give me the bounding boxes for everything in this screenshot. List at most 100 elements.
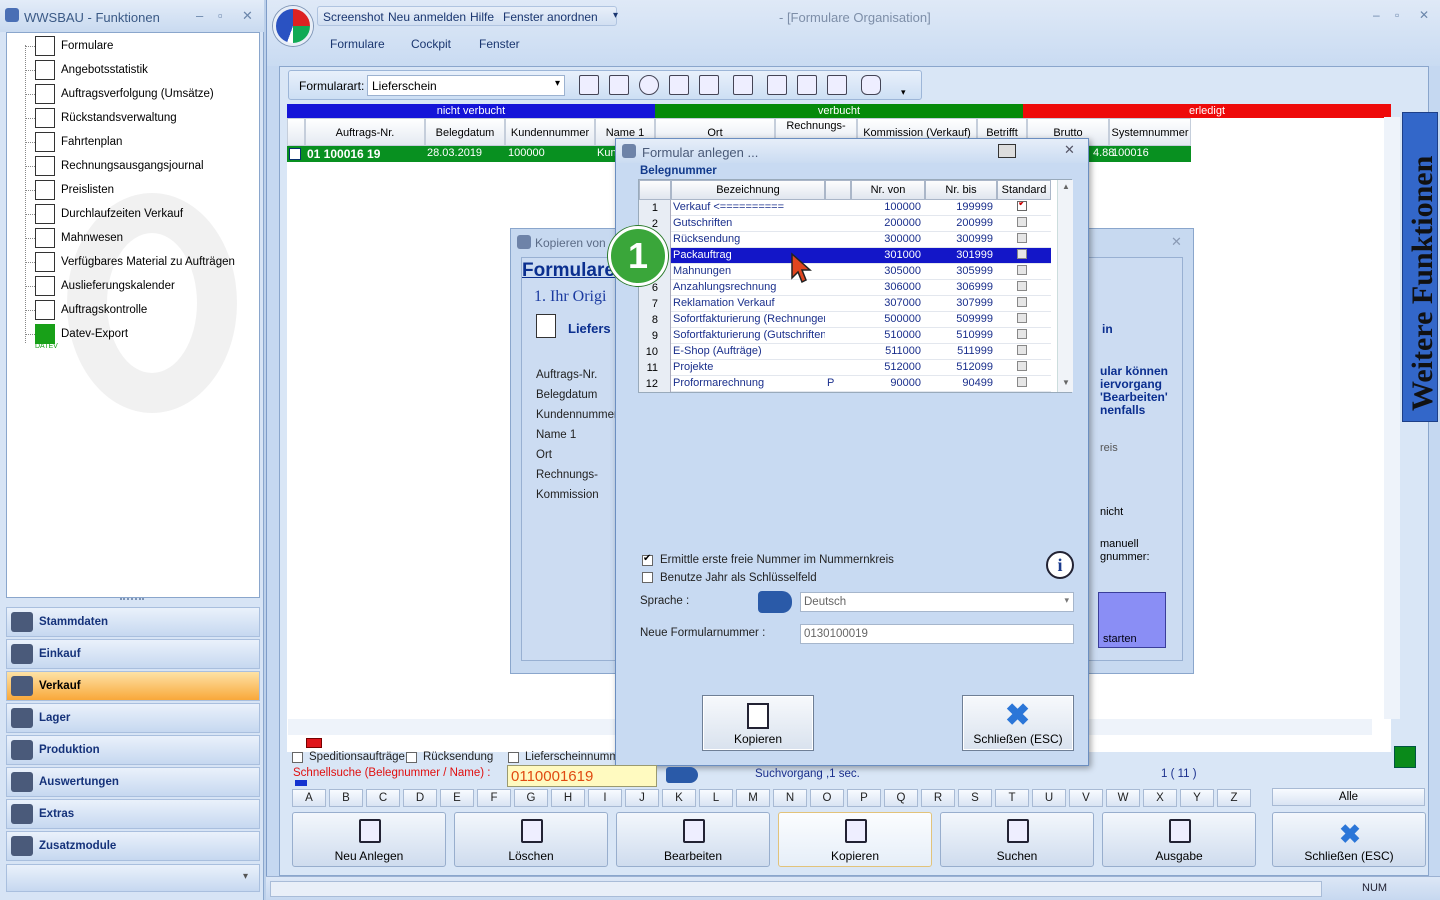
tree-item[interactable]: Rechnungsausgangsjournal: [35, 155, 204, 177]
menu-cockpit[interactable]: Cockpit: [411, 37, 451, 51]
action-suchen-button[interactable]: Suchen: [940, 812, 1094, 867]
tree-item[interactable]: Verfügbares Material zu Aufträgen: [35, 251, 235, 273]
tree-item[interactable]: Preislisten: [35, 179, 114, 201]
letter-button-h[interactable]: H: [551, 789, 585, 807]
letter-button-d[interactable]: D: [403, 789, 437, 807]
monitor-icon[interactable]: [733, 75, 753, 95]
tree-item[interactable]: Fahrtenplan: [35, 131, 122, 153]
table-row[interactable]: 2 Gutschriften 200000 200999: [639, 216, 1051, 232]
letter-button-x[interactable]: X: [1143, 789, 1177, 807]
check-lieferscheinnummer[interactable]: [508, 752, 519, 763]
letter-button-r[interactable]: R: [921, 789, 955, 807]
letter-button-g[interactable]: G: [514, 789, 548, 807]
minimize-icon[interactable]: –: [196, 8, 203, 23]
nav-produktion[interactable]: Produktion: [6, 735, 260, 765]
table-row[interactable]: 9 Sofortfakturierung (Gutschriften) 510000…: [639, 328, 1051, 344]
action-kopieren-button[interactable]: Kopieren: [778, 812, 932, 867]
letter-button-v[interactable]: V: [1069, 789, 1103, 807]
letter-button-y[interactable]: Y: [1180, 789, 1214, 807]
letter-button-q[interactable]: Q: [884, 789, 918, 807]
copy-stack-icon[interactable]: [609, 75, 629, 95]
grid-vertical-scrollbar[interactable]: [1384, 117, 1400, 719]
letter-button-i[interactable]: I: [588, 789, 622, 807]
tree-item[interactable]: Rückstandsverwaltung: [35, 107, 177, 129]
nav-extras[interactable]: Extras: [6, 799, 260, 829]
check-speditionsauftraege[interactable]: [292, 752, 303, 763]
minimize-icon[interactable]: –: [1373, 8, 1380, 22]
panel-top-icon[interactable]: [827, 75, 847, 95]
letter-button-b[interactable]: B: [329, 789, 363, 807]
sprache-select[interactable]: Deutsch ▾: [800, 592, 1074, 612]
check-ruecksendung[interactable]: [406, 752, 417, 763]
letter-button-u[interactable]: U: [1032, 789, 1066, 807]
tcol-flag[interactable]: [825, 180, 851, 200]
action-bearbeiten-button[interactable]: Bearbeiten: [616, 812, 770, 867]
tree-item[interactable]: Durchlaufzeiten Verkauf: [35, 203, 183, 225]
standard-checkbox[interactable]: [1017, 313, 1027, 323]
letter-button-w[interactable]: W: [1106, 789, 1140, 807]
action-löschen-button[interactable]: Löschen: [454, 812, 608, 867]
quick-neu-anmelden[interactable]: Neu anmelden: [388, 10, 466, 24]
tcol-nr-von[interactable]: Nr. von: [851, 180, 925, 200]
standard-checkbox[interactable]: [1017, 217, 1027, 227]
tree-item[interactable]: Auslieferungskalender: [35, 275, 175, 297]
tree-item[interactable]: Auftragsverfolgung (Umsätze): [35, 83, 214, 105]
document-icon[interactable]: [579, 75, 599, 95]
weitere-funktionen-panel[interactable]: Weitere Funktionen: [1402, 112, 1438, 422]
table-row[interactable]: 10 E-Shop (Aufträge) 511000 511999: [639, 344, 1051, 360]
sort-icon[interactable]: [767, 75, 787, 95]
letter-button-k[interactable]: K: [662, 789, 696, 807]
tcol-standard[interactable]: Standard: [997, 180, 1051, 200]
check-ermittle[interactable]: ✔: [642, 553, 653, 566]
standard-checkbox[interactable]: [1017, 297, 1027, 307]
standard-checkbox[interactable]: [1017, 201, 1027, 211]
letter-button-f[interactable]: F: [477, 789, 511, 807]
letter-button-n[interactable]: N: [773, 789, 807, 807]
action-ausgabe-button[interactable]: Ausgabe: [1102, 812, 1256, 867]
quick-screenshot[interactable]: Screenshot: [323, 10, 384, 24]
letter-button-l[interactable]: L: [699, 789, 733, 807]
start-button[interactable]: starten: [1098, 592, 1166, 648]
table-row[interactable]: 1 Verkauf <========== 100000 199999: [639, 200, 1051, 216]
letter-button-p[interactable]: P: [847, 789, 881, 807]
tree-item[interactable]: Mahnwesen: [35, 227, 123, 249]
table-row[interactable]: 4Packauftrag301000301999: [639, 248, 1051, 264]
standard-checkbox[interactable]: [1017, 249, 1027, 259]
menu-fenster[interactable]: Fenster: [479, 37, 520, 51]
tree-item[interactable]: Auftragskontrolle: [35, 299, 147, 321]
panel-bottom-icon[interactable]: [797, 75, 817, 95]
standard-checkbox[interactable]: [1017, 345, 1027, 355]
formularart-select[interactable]: Lieferschein ▾: [367, 75, 565, 96]
scroll-down-icon[interactable]: ▼: [1062, 378, 1070, 387]
chevron-down-icon[interactable]: ▾: [243, 871, 248, 882]
printer-icon[interactable]: [998, 144, 1016, 158]
nav-auswertungen[interactable]: Auswertungen: [6, 767, 260, 797]
close-icon[interactable]: ✕: [1171, 234, 1182, 250]
table-row[interactable]: 3Rücksendung300000300999: [639, 232, 1051, 248]
nav-zusatzmodule[interactable]: Zusatzmodule: [6, 831, 260, 861]
table-row[interactable]: 5Mahnungen305000305999: [639, 264, 1051, 280]
info-document-icon[interactable]: [699, 75, 719, 95]
col-systemnummer[interactable]: Systemnummer: [1109, 118, 1191, 146]
history-icon[interactable]: [639, 75, 659, 95]
close-icon[interactable]: ✕: [1419, 8, 1429, 22]
letter-button-o[interactable]: O: [810, 789, 844, 807]
standard-checkbox[interactable]: [1017, 361, 1027, 371]
nav-stammdaten[interactable]: Stammdaten: [6, 607, 260, 637]
alle-button[interactable]: Alle: [1272, 788, 1425, 806]
table-row[interactable]: 6 Anzahlungsrechnung 306000 306999: [639, 280, 1051, 296]
book-delete-icon[interactable]: [669, 75, 689, 95]
letter-button-t[interactable]: T: [995, 789, 1029, 807]
letter-button-s[interactable]: S: [958, 789, 992, 807]
table-row[interactable]: 7 Reklamation Verkauf 307000 307999: [639, 296, 1051, 312]
tcol-nr-bis[interactable]: Nr. bis: [925, 180, 997, 200]
menu-formulare[interactable]: Formulare: [330, 37, 385, 51]
table-scrollbar[interactable]: ▲ ▼: [1057, 180, 1073, 392]
table-row[interactable]: 11 Projekte 512000 512099: [639, 360, 1051, 376]
scroll-up-icon[interactable]: ▲: [1062, 182, 1070, 191]
maximize-icon[interactable]: ▫: [218, 8, 223, 23]
col-belegdatum[interactable]: Belegdatum: [425, 118, 505, 146]
kopieren-button[interactable]: Kopieren: [702, 695, 814, 751]
nav-verkauf[interactable]: Verkauf: [6, 671, 260, 701]
standard-checkbox[interactable]: [1017, 265, 1027, 275]
